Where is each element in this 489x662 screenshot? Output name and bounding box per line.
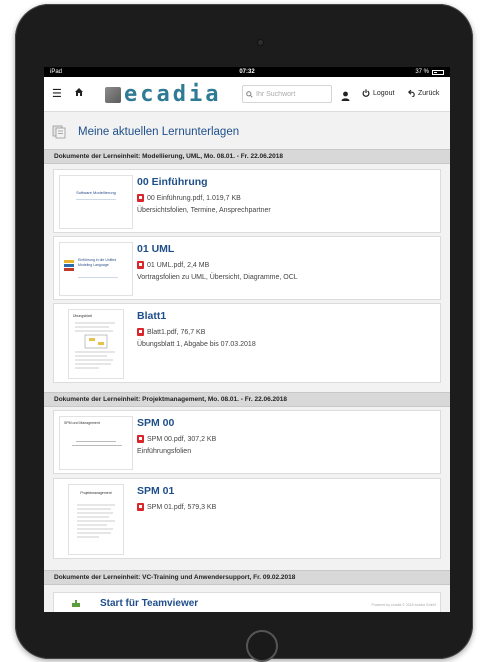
pdf-icon (137, 503, 144, 511)
document-file[interactable]: 01 UML.pdf, 2,4 MB (137, 261, 209, 269)
sheet-lines (75, 322, 115, 369)
section-header-projektmanagement: Dokumente der Lerneinheit: Projektmanage… (44, 392, 450, 407)
document-title[interactable]: 01 UML (137, 243, 174, 255)
document-card-00-einfuehrung[interactable]: Software Modellierung 00 Einführung 00 E… (53, 169, 441, 233)
thumb-line (78, 277, 118, 278)
search-box[interactable] (242, 85, 332, 103)
document-file[interactable]: SPM 01.pdf, 579,3 KB (137, 503, 216, 511)
search-icon (246, 90, 253, 98)
front-camera (258, 40, 263, 45)
logo-bar (64, 260, 74, 263)
section-header-modellierung: Dokumente der Lerneinheit: Modellierung,… (44, 149, 450, 164)
document-card-01-uml[interactable]: Einführung in die Unified Modeling Langu… (53, 236, 441, 300)
ecadia-logo[interactable]: ecadia (105, 82, 221, 107)
uml-logo (64, 260, 74, 271)
page-title: Meine aktuellen Lernunterlagen (78, 126, 240, 138)
thumb-line (76, 441, 116, 442)
thumb-title: Übungsblatt (73, 314, 92, 318)
document-thumbnail: Software Modellierung (59, 175, 133, 229)
battery-icon (432, 69, 444, 75)
pdf-icon (137, 194, 144, 202)
document-thumbnail: SPM und Management (59, 416, 133, 470)
teamviewer-title[interactable]: Start für Teamviewer (100, 598, 198, 609)
document-description: Vortragsfolien zu UML, Übersicht, Diagra… (137, 274, 298, 281)
file-info: 00 Einführung.pdf, 1.019,7 KB (147, 194, 241, 202)
top-navbar: ☰ ecadia Logout Zurück (44, 77, 450, 112)
logout-label: Logout (373, 89, 395, 97)
thumb-title: SPM und Management (64, 421, 100, 425)
document-title[interactable]: SPM 01 (137, 485, 174, 497)
thumb-line (72, 445, 122, 446)
document-file[interactable]: SPM 00.pdf, 307,2 KB (137, 435, 216, 443)
document-thumbnail: Einführung in die Unified Modeling Langu… (59, 242, 133, 296)
logo-mark (105, 86, 121, 103)
status-bar: iPad 07:32 37 % (44, 67, 450, 77)
thumb-title: Software Modellierung (76, 190, 116, 195)
document-file[interactable]: Blatt1.pdf, 76,7 KB (137, 328, 205, 336)
document-title[interactable]: Blatt1 (137, 310, 166, 322)
pdf-icon (137, 328, 144, 336)
logout-button[interactable]: Logout (362, 89, 394, 97)
pdf-icon (137, 435, 144, 443)
logo-bar (64, 268, 74, 271)
home-icon[interactable] (74, 87, 84, 100)
back-label: Zurück (418, 89, 440, 97)
document-description: Übersichtsfolien, Termine, Ansprechpartn… (137, 207, 271, 214)
undo-icon (408, 89, 415, 97)
documents-icon (52, 125, 66, 139)
logo-text: ecadia (124, 82, 222, 107)
plugin-icon (72, 600, 80, 607)
document-title[interactable]: 00 Einführung (137, 176, 208, 188)
file-info: SPM 00.pdf, 307,2 KB (147, 435, 217, 443)
document-title[interactable]: SPM 00 (137, 417, 174, 429)
pdf-icon (137, 261, 144, 269)
back-button[interactable]: Zurück (407, 89, 439, 97)
battery-percent: 37 % (415, 69, 429, 75)
document-card-spm-01[interactable]: Projektmanagement SPM 01 SPM 01.pdf, 579… (53, 478, 441, 559)
home-button[interactable] (246, 630, 278, 662)
logo-bar (64, 264, 74, 267)
sheet-lines (77, 504, 115, 538)
footer-credit: Powered by ecadia © 2018 ecadia GmbH (371, 603, 436, 607)
file-info: 01 UML.pdf, 2,4 MB (147, 261, 210, 269)
thumb-title: Einführung in die Unified Modeling Langu… (78, 258, 117, 267)
file-info: Blatt1.pdf, 76,7 KB (147, 328, 206, 336)
thumb-title: Projektmanagement (80, 491, 112, 495)
document-card-spm-00[interactable]: SPM und Management SPM 00 SPM 00.pdf, 30… (53, 410, 441, 474)
battery-status: 37 % (415, 67, 444, 77)
user-icon[interactable] (341, 88, 350, 106)
document-file[interactable]: 00 Einführung.pdf, 1.019,7 KB (137, 194, 241, 202)
search-input[interactable] (256, 90, 326, 98)
clock: 07:32 (239, 69, 255, 75)
power-icon (362, 89, 370, 97)
document-description: Einführungsfolien (137, 448, 192, 455)
app-screen: iPad 07:32 37 % ☰ ecadia Logout Zurüc (44, 67, 450, 612)
teamviewer-link[interactable]: Start für Teamviewer Powered by ecadia ©… (53, 592, 441, 612)
menu-icon[interactable]: ☰ (52, 87, 62, 100)
file-info: SPM 01.pdf, 579,3 KB (147, 503, 217, 511)
thumb-line (76, 199, 116, 200)
document-card-blatt1[interactable]: Übungsblatt Blatt1 Blatt1.pdf, 76,7 KB Ü… (53, 303, 441, 383)
document-description: Übungsblatt 1, Abgabe bis 07.03.2018 (137, 341, 256, 348)
page-heading: Meine aktuellen Lernunterlagen (52, 122, 239, 142)
section-header-vc-training: Dokumente der Lerneinheit: VC-Training u… (44, 570, 450, 585)
document-thumbnail: Projektmanagement (68, 484, 124, 555)
document-thumbnail: Übungsblatt (68, 309, 124, 379)
